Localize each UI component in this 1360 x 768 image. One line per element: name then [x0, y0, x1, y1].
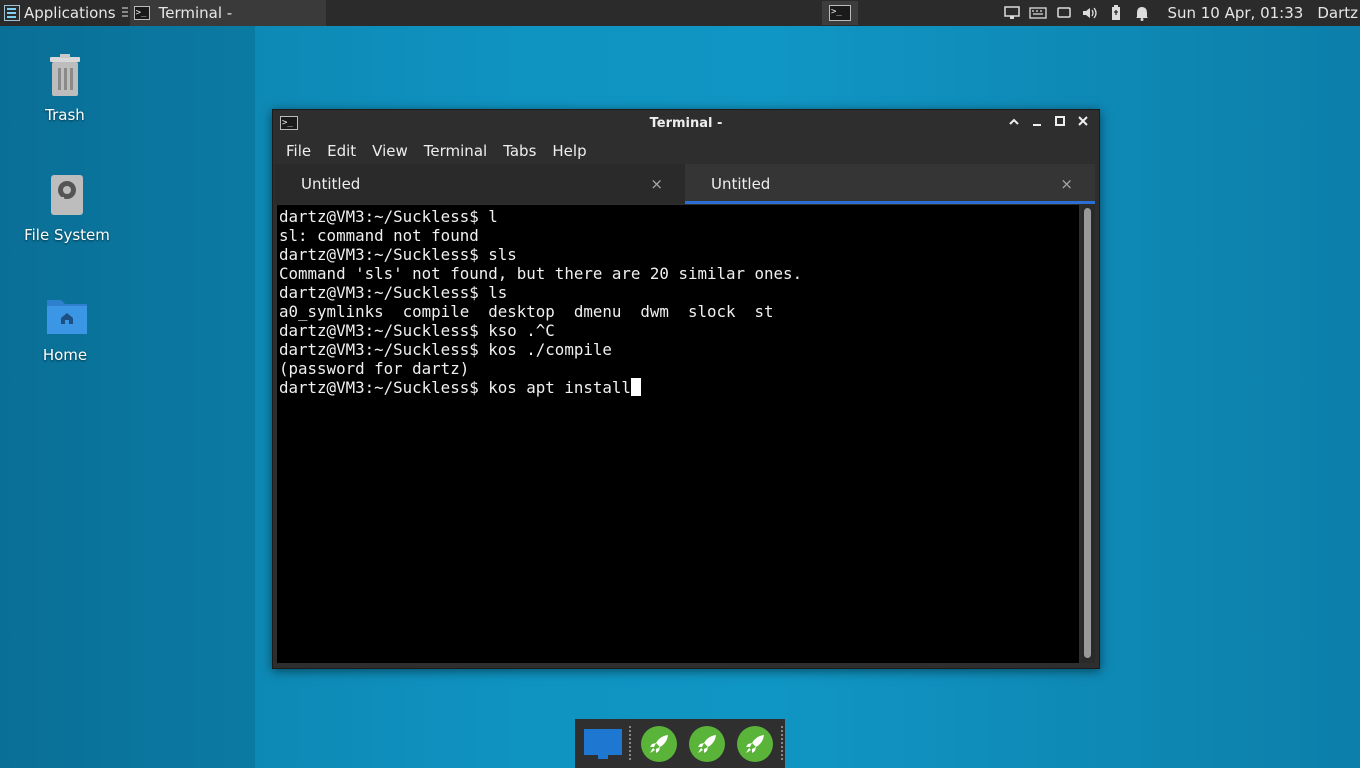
taskbar-terminal-label: Terminal -	[158, 4, 233, 22]
dock-separator	[781, 725, 783, 762]
battery-icon[interactable]	[1106, 5, 1126, 21]
terminal-output[interactable]: dartz@VM3:~/Suckless$ l sl: command not f…	[277, 205, 1079, 663]
terminal-window[interactable]: >_ Terminal - File Edit View Terminal Ta…	[272, 109, 1100, 669]
text-cursor	[630, 378, 641, 396]
launcher-button-3[interactable]	[735, 724, 775, 764]
volume-icon[interactable]	[1080, 5, 1100, 21]
show-desktop-button[interactable]	[583, 724, 623, 764]
terminal-line: dartz@VM3:~/Suckless$ kos ./compile	[279, 340, 612, 359]
tab-untitled-2[interactable]: Untitled ×	[685, 164, 1095, 204]
tab-label: Untitled	[711, 175, 771, 193]
applications-label: Applications	[24, 4, 116, 22]
network-icon[interactable]	[1002, 5, 1022, 21]
terminal-icon: >_	[829, 5, 851, 21]
terminal-icon: >_	[133, 6, 150, 20]
menu-edit[interactable]: Edit	[319, 142, 364, 160]
menu-view[interactable]: View	[364, 142, 416, 160]
tab-untitled-1[interactable]: Untitled ×	[275, 164, 685, 204]
desktop-icon-home[interactable]: Home	[15, 294, 115, 364]
window-title: Terminal -	[649, 116, 723, 131]
desktop-icon-trash[interactable]: Trash	[15, 54, 115, 124]
menu-terminal[interactable]: Terminal	[416, 142, 495, 160]
home-folder-icon	[45, 294, 87, 340]
trash-icon	[45, 54, 85, 100]
panel-separator	[121, 7, 128, 19]
launcher-button-2[interactable]	[687, 724, 727, 764]
user-menu[interactable]: Dartz	[1317, 4, 1358, 22]
system-tray: Sun 10 Apr, 01:33 Dartz	[999, 0, 1360, 26]
tab-label: Untitled	[301, 175, 361, 193]
terminal-line: a0_symlinks compile desktop dmenu dwm sl…	[279, 302, 774, 321]
terminal-line: dartz@VM3:~/Suckless$ sls	[279, 245, 517, 264]
terminal-line: Command 'sls' not found, but there are 2…	[279, 264, 803, 283]
terminal-line: dartz@VM3:~/Suckless$ ls	[279, 283, 508, 302]
keyboard-icon[interactable]	[1028, 5, 1048, 21]
bell-icon[interactable]	[1132, 5, 1152, 21]
dock-separator	[629, 725, 631, 762]
maximize-button[interactable]	[1050, 115, 1070, 133]
desktop-icon-file-system[interactable]: File System	[17, 174, 117, 244]
menu-help[interactable]: Help	[544, 142, 594, 160]
menu-file[interactable]: File	[273, 142, 319, 160]
tab-close-icon[interactable]: ×	[650, 175, 663, 193]
tab-close-icon[interactable]: ×	[1060, 175, 1073, 193]
dock	[575, 719, 785, 768]
terminal-launcher-button[interactable]: >_	[822, 1, 858, 25]
display-icon[interactable]	[1054, 5, 1074, 21]
tab-bar: Untitled × Untitled ×	[275, 164, 1095, 204]
applications-icon	[4, 5, 20, 21]
launcher-button-1[interactable]	[639, 724, 679, 764]
rocket-icon	[737, 725, 773, 762]
terminal-prompt-line[interactable]: dartz@VM3:~/Suckless$ kos apt install	[279, 378, 1079, 397]
terminal-line: dartz@VM3:~/Suckless$ l	[279, 207, 498, 226]
top-panel: Applications >_ Terminal - >_ Sun 10 Apr…	[0, 0, 1360, 26]
applications-menu-button[interactable]: Applications	[0, 0, 120, 26]
scrollbar-thumb[interactable]	[1084, 208, 1091, 658]
clock[interactable]: Sun 10 Apr, 01:33	[1167, 4, 1303, 22]
desktop-icon-label: Trash	[45, 106, 85, 124]
terminal-line: (password for dartz)	[279, 359, 470, 378]
desktop-icon-label: Home	[42, 346, 88, 364]
rocket-icon	[641, 725, 677, 762]
desktop-icon-label: File System	[24, 226, 110, 244]
terminal-scrollbar[interactable]	[1081, 205, 1095, 663]
shade-button[interactable]	[1004, 115, 1024, 133]
terminal-line: dartz@VM3:~/Suckless$ kso .^C	[279, 321, 555, 340]
menubar: File Edit View Terminal Tabs Help	[273, 138, 1099, 164]
window-titlebar[interactable]: >_ Terminal -	[273, 110, 1099, 138]
minimize-button[interactable]	[1027, 115, 1047, 133]
taskbar-terminal-button[interactable]: >_ Terminal -	[129, 0, 326, 26]
current-command: dartz@VM3:~/Suckless$ kos apt install	[279, 378, 631, 397]
close-button[interactable]	[1073, 115, 1093, 133]
menu-tabs[interactable]: Tabs	[495, 142, 544, 160]
drive-icon	[47, 174, 87, 220]
rocket-icon	[689, 725, 725, 762]
terminal-line: sl: command not found	[279, 226, 479, 245]
